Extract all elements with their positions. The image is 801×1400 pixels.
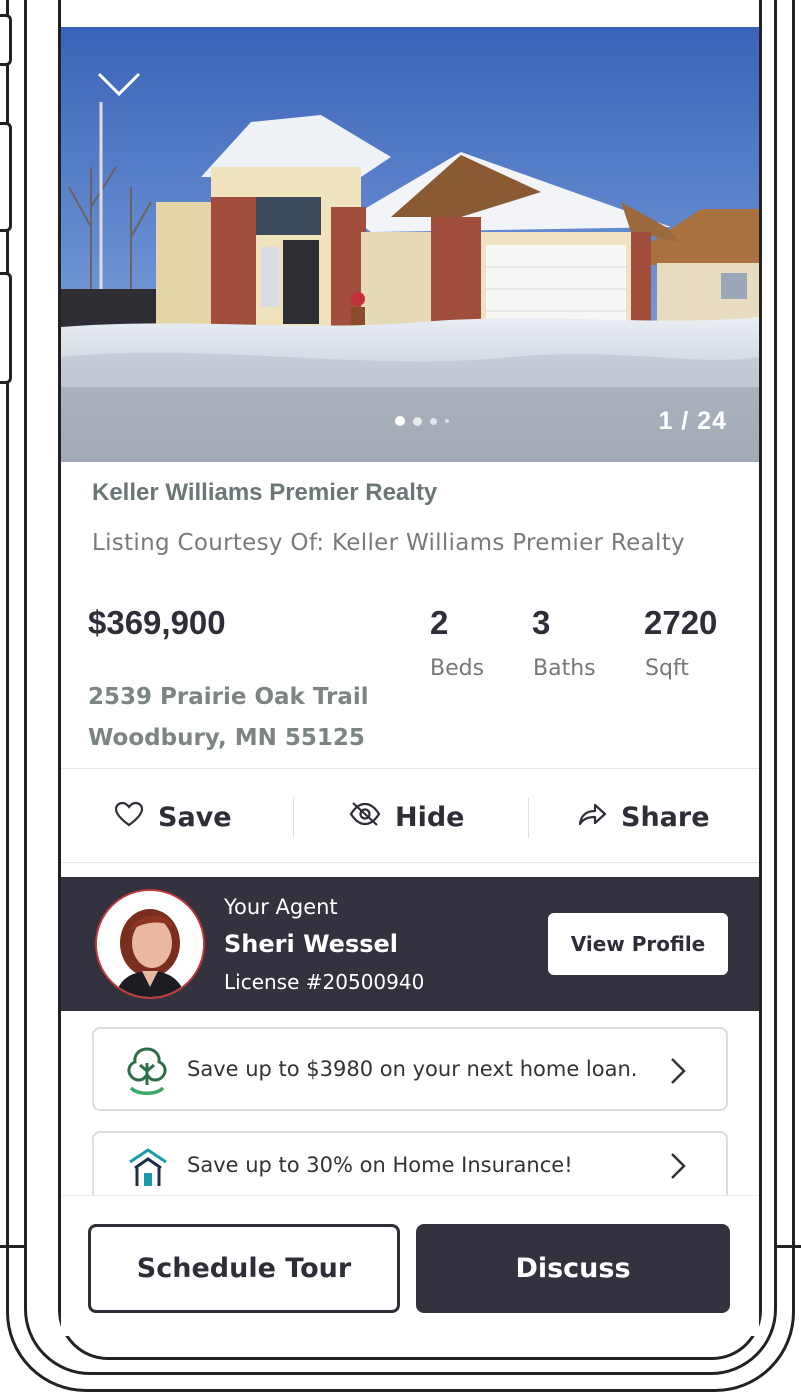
- chevron-down-icon[interactable]: [96, 70, 142, 102]
- baths-value: 3: [532, 604, 551, 641]
- action-separator: [528, 798, 529, 838]
- listing-courtesy: Listing Courtesy Of: Keller Williams Pre…: [92, 530, 685, 556]
- pagination-dot: [445, 419, 449, 423]
- agent-avatar[interactable]: [95, 889, 205, 999]
- sqft-value: 2720: [644, 604, 718, 641]
- phone-button-volume-up: [0, 122, 12, 232]
- phone-edge-right: [776, 1245, 801, 1248]
- agent-label: Your Agent: [224, 895, 338, 919]
- hide-button[interactable]: Hide: [349, 796, 465, 838]
- agent-license: License #20500940: [224, 970, 425, 994]
- chevron-right-icon: [668, 1056, 688, 1090]
- loan-tree-icon: [124, 1045, 170, 1101]
- beds-label: Beds: [430, 656, 485, 681]
- eye-slash-icon: [349, 801, 381, 834]
- discuss-button[interactable]: Discuss: [416, 1224, 730, 1313]
- pagination-dot: [430, 417, 437, 425]
- home-loan-promo-text: Save up to $3980 on your next home loan.: [187, 1057, 638, 1081]
- pagination-dot-active: [395, 416, 405, 426]
- share-label: Share: [621, 801, 710, 833]
- save-button[interactable]: Save: [114, 796, 232, 838]
- phone-button-mute: [0, 14, 12, 66]
- photo-counter: 1 / 24: [658, 407, 727, 435]
- hide-label: Hide: [395, 801, 465, 833]
- listing-price: $369,900: [88, 604, 226, 641]
- heart-icon: [114, 801, 144, 834]
- baths-label: Baths: [533, 656, 596, 681]
- pagination-dot: [413, 416, 422, 426]
- address-line-1: 2539 Prairie Oak Trail: [88, 684, 369, 710]
- schedule-tour-button[interactable]: Schedule Tour: [88, 1224, 400, 1313]
- brokerage-name: Keller Williams Premier Realty: [92, 479, 438, 506]
- view-profile-button[interactable]: View Profile: [548, 913, 728, 975]
- action-separator: [293, 798, 294, 838]
- share-arrow-icon: [577, 801, 607, 834]
- share-button[interactable]: Share: [577, 796, 710, 838]
- gallery-pagination: [395, 416, 449, 426]
- divider: [61, 862, 759, 863]
- home-insurance-promo-text: Save up to 30% on Home Insurance!: [187, 1153, 573, 1177]
- divider: [61, 768, 759, 769]
- agent-name: Sheri Wessel: [224, 930, 399, 958]
- beds-value: 2: [430, 604, 449, 641]
- listing-photo[interactable]: [61, 27, 759, 462]
- save-label: Save: [158, 801, 232, 833]
- address-line-2: Woodbury, MN 55125: [88, 725, 365, 751]
- phone-button-volume-down: [0, 272, 12, 384]
- chevron-right-icon: [668, 1151, 688, 1185]
- sqft-label: Sqft: [645, 656, 689, 681]
- home-insurance-icon: [127, 1146, 169, 1190]
- phone-edge-left: [0, 1245, 26, 1248]
